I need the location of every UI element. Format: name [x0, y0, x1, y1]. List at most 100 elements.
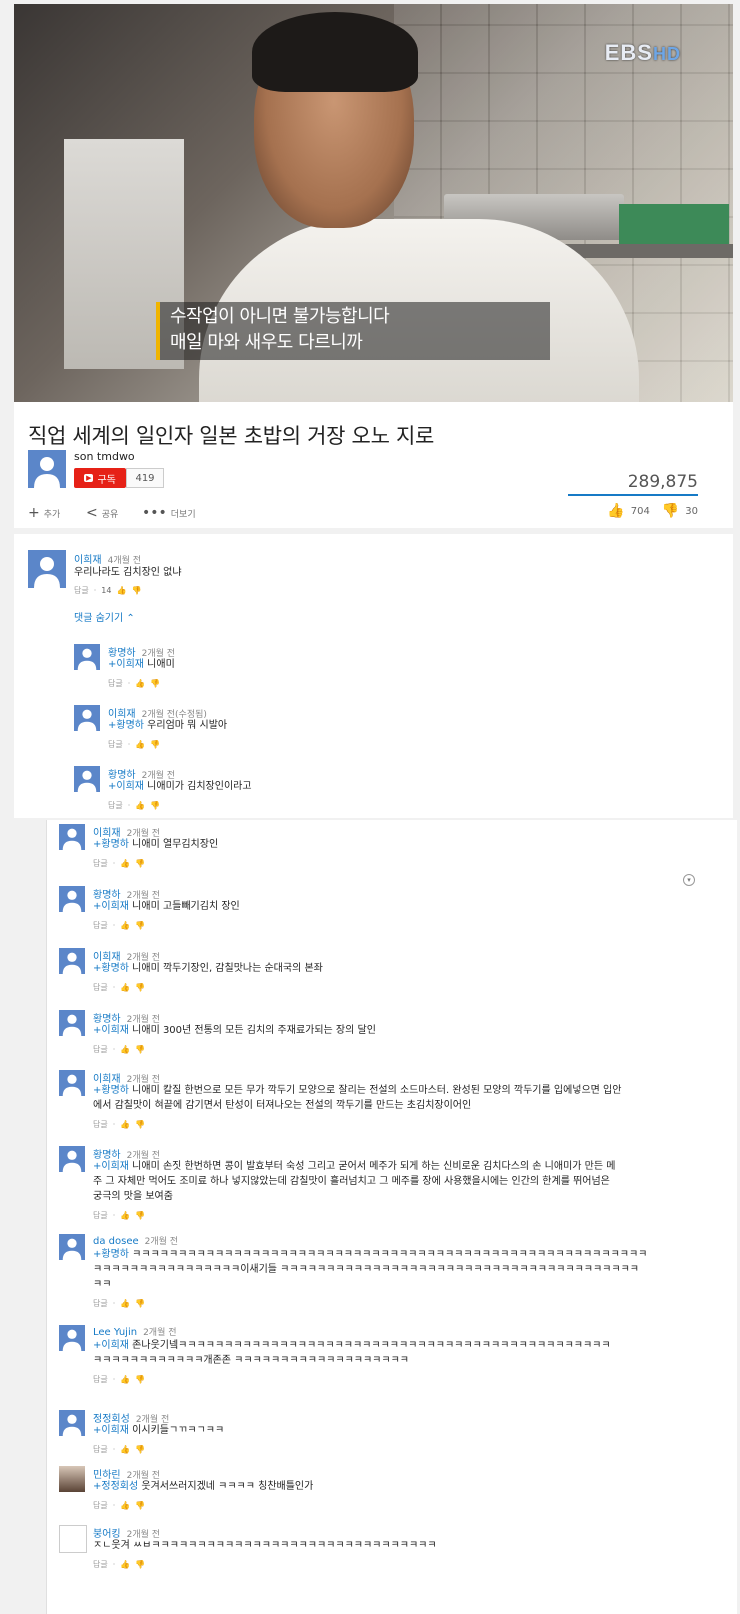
avatar[interactable] — [59, 1146, 85, 1172]
reply-button[interactable]: 답글 — [108, 800, 123, 811]
thumbs-down-icon[interactable]: 👎 — [135, 1120, 145, 1129]
thumbs-down-icon[interactable]: 👎 — [150, 740, 160, 749]
thumbs-down-icon[interactable]: 👎 — [135, 1299, 145, 1308]
avatar[interactable] — [59, 1234, 85, 1260]
thumbs-up-icon[interactable]: 👍 — [120, 1299, 130, 1308]
avatar[interactable] — [28, 550, 66, 588]
reply-button[interactable]: 답글 — [93, 1444, 108, 1455]
avatar[interactable] — [59, 948, 85, 974]
thumbs-down-icon[interactable]: 👎 — [135, 859, 145, 868]
thumbs-down-icon[interactable]: 👎 — [135, 1501, 145, 1510]
like-dislike-group: 👍 704 👎 30 — [607, 503, 698, 519]
avatar[interactable] — [59, 824, 85, 850]
reply-button[interactable]: 답글 — [93, 982, 108, 993]
comment-actions: 답글 · 👍 👎 — [93, 858, 146, 869]
thumbs-down-icon[interactable]: 👎 — [150, 801, 160, 810]
comment-author[interactable]: Lee Yujin 2개월 전 — [93, 1325, 177, 1338]
thumbs-down-icon[interactable]: 👎 — [135, 1560, 145, 1569]
avatar[interactable] — [59, 1070, 85, 1096]
subscribe-button[interactable]: ▶ 구독 — [74, 468, 126, 488]
comment-author[interactable]: da dosee 2개월 전 — [93, 1234, 178, 1247]
avatar[interactable] — [59, 1325, 85, 1351]
comment-actions: 답글 · 👍 👎 — [93, 920, 146, 931]
thumbs-down-icon[interactable]: 👎 — [135, 983, 145, 992]
avatar[interactable] — [59, 1410, 85, 1436]
comment-actions: 답글 · 👍 👎 — [93, 1444, 146, 1455]
thumbs-up-icon[interactable]: 👍 — [120, 921, 130, 930]
comment-text: +이희재 니애미 손짓 한번하면 콩이 발효부터 숙성 그리고 굳어서 메주가 … — [93, 1159, 615, 1204]
comment-text-line: +이희재 니애미 고들빼기김치 장인 — [93, 901, 240, 912]
comment-text: +이희재 니애미 고들빼기김치 장인 — [93, 899, 240, 914]
reply-button[interactable]: 답글 — [93, 1210, 108, 1221]
reply-button[interactable]: 답글 — [93, 1119, 108, 1130]
thumbs-up-icon[interactable]: 👍 — [135, 679, 145, 688]
thumbs-down-icon[interactable]: 👎 — [135, 1445, 145, 1454]
thumbs-up-icon[interactable]: 👍 — [135, 740, 145, 749]
video-subtitle: 수작업이 아니면 불가능합니다 매일 마와 새우도 다르니까 — [156, 302, 550, 360]
comment-menu-icon[interactable]: ▾ — [683, 874, 695, 886]
reply-button[interactable]: 답글 — [93, 1044, 108, 1055]
avatar[interactable] — [59, 1466, 85, 1492]
comment-text: +이희재 니애미가 김치장인이라고 — [108, 779, 252, 794]
hide-replies-link[interactable]: 댓글 숨기기 ⌃ — [74, 609, 135, 624]
comment-text: +황명하 니애미 칼질 한번으로 모든 무가 깍두기 모양으로 잘리는 전설의 … — [93, 1083, 621, 1113]
comment-actions: 답글 · 👍 👎 — [93, 1374, 146, 1385]
comment-text: +이희재 존나웃기넼ㅋㅋㅋㅋㅋㅋㅋㅋㅋㅋㅋㅋㅋㅋㅋㅋㅋㅋㅋㅋㅋㅋㅋㅋㅋㅋㅋㅋㅋㅋ… — [93, 1338, 611, 1368]
share-button[interactable]: < 공유 — [86, 505, 118, 521]
thumbs-up-icon[interactable]: 👍 — [120, 983, 130, 992]
thumbs-down-icon[interactable]: 👎 — [150, 679, 160, 688]
thumbs-down-icon[interactable]: 👎 — [662, 503, 679, 519]
comment-text: +정정회성 웃겨서쓰러지겠네 ㅋㅋㅋㅋ 칭찬배틀인가 — [93, 1479, 313, 1494]
thumbs-up-icon[interactable]: 👍 — [120, 1445, 130, 1454]
add-to-button[interactable]: + 추가 — [28, 505, 60, 521]
thumbs-up-icon[interactable]: 👍 — [120, 1375, 130, 1384]
avatar[interactable] — [59, 1525, 87, 1553]
subscribe-label: 구독 — [97, 474, 116, 486]
thumbs-up-icon[interactable]: 👍 — [120, 1045, 130, 1054]
reply-button[interactable]: 답글 — [108, 739, 123, 750]
avatar[interactable] — [74, 705, 100, 731]
thumbs-down-icon[interactable]: 👎 — [135, 921, 145, 930]
broadcaster-logo: EBSHD — [604, 40, 681, 65]
more-button[interactable]: ••• 더보기 — [142, 505, 196, 521]
more-dots-icon: ••• — [142, 505, 167, 521]
comment-text-line: +황명하 우리엄마 뭐 시발아 — [108, 720, 228, 731]
thumbs-down-icon[interactable]: 👎 — [131, 586, 141, 595]
video-info-card: 직업 세계의 일인자 일본 초밥의 거장 오노 지로 son tmdwo ▶ 구… — [14, 402, 733, 528]
reply-button[interactable]: 답글 — [93, 920, 108, 931]
reply-button[interactable]: 답글 — [93, 1374, 108, 1385]
thumbs-up-icon[interactable]: 👍 — [120, 1560, 130, 1569]
video-title: 직업 세계의 일인자 일본 초밥의 거장 오노 지로 — [28, 424, 435, 448]
comment-text: +이희재 이시키들ㄱㄲㅋㄱㅋㅋ — [93, 1423, 224, 1438]
reply-button[interactable]: 답글 — [93, 1559, 108, 1570]
comment-actions: 답글 · 👍 👎 — [108, 739, 161, 750]
like-count: 704 — [630, 505, 650, 517]
thumbs-up-icon[interactable]: 👍 — [120, 1211, 130, 1220]
thumbs-down-icon[interactable]: 👎 — [135, 1375, 145, 1384]
thumbs-up-icon[interactable]: 👍 — [116, 586, 126, 595]
avatar[interactable] — [74, 644, 100, 670]
comment-actions: 답글 · 14 👍 👎 — [74, 585, 142, 596]
thumbs-up-icon[interactable]: 👍 — [135, 801, 145, 810]
video-player[interactable]: EBSHD 수작업이 아니면 불가능합니다 매일 마와 새우도 다르니까 — [14, 4, 733, 408]
thumbs-down-icon[interactable]: 👎 — [135, 1045, 145, 1054]
reply-button[interactable]: 답글 — [108, 678, 123, 689]
comment-text-line: +이희재 니애미가 김치장인이라고 — [108, 781, 252, 792]
reply-button[interactable]: 답글 — [93, 1298, 108, 1309]
reply-button[interactable]: 답글 — [74, 585, 89, 596]
comment-text-line: +이희재 니애미 — [108, 659, 175, 670]
channel-avatar[interactable] — [28, 450, 66, 488]
thumbs-up-icon[interactable]: 👍 — [120, 1501, 130, 1510]
reply-button[interactable]: 답글 — [93, 1500, 108, 1511]
channel-name[interactable]: son tmdwo — [74, 450, 135, 463]
reply-button[interactable]: 답글 — [93, 858, 108, 869]
avatar[interactable] — [59, 886, 85, 912]
subtitle-line-2: 매일 마와 새우도 다르니까 — [170, 332, 363, 353]
thumbs-up-icon[interactable]: 👍 — [120, 1120, 130, 1129]
thumbs-up-icon[interactable]: 👍 — [607, 503, 624, 519]
thumbs-up-icon[interactable]: 👍 — [120, 859, 130, 868]
comment-author[interactable]: 이희재 4개월 전 — [74, 551, 141, 566]
avatar[interactable] — [74, 766, 100, 792]
thumbs-down-icon[interactable]: 👎 — [135, 1211, 145, 1220]
avatar[interactable] — [59, 1010, 85, 1036]
